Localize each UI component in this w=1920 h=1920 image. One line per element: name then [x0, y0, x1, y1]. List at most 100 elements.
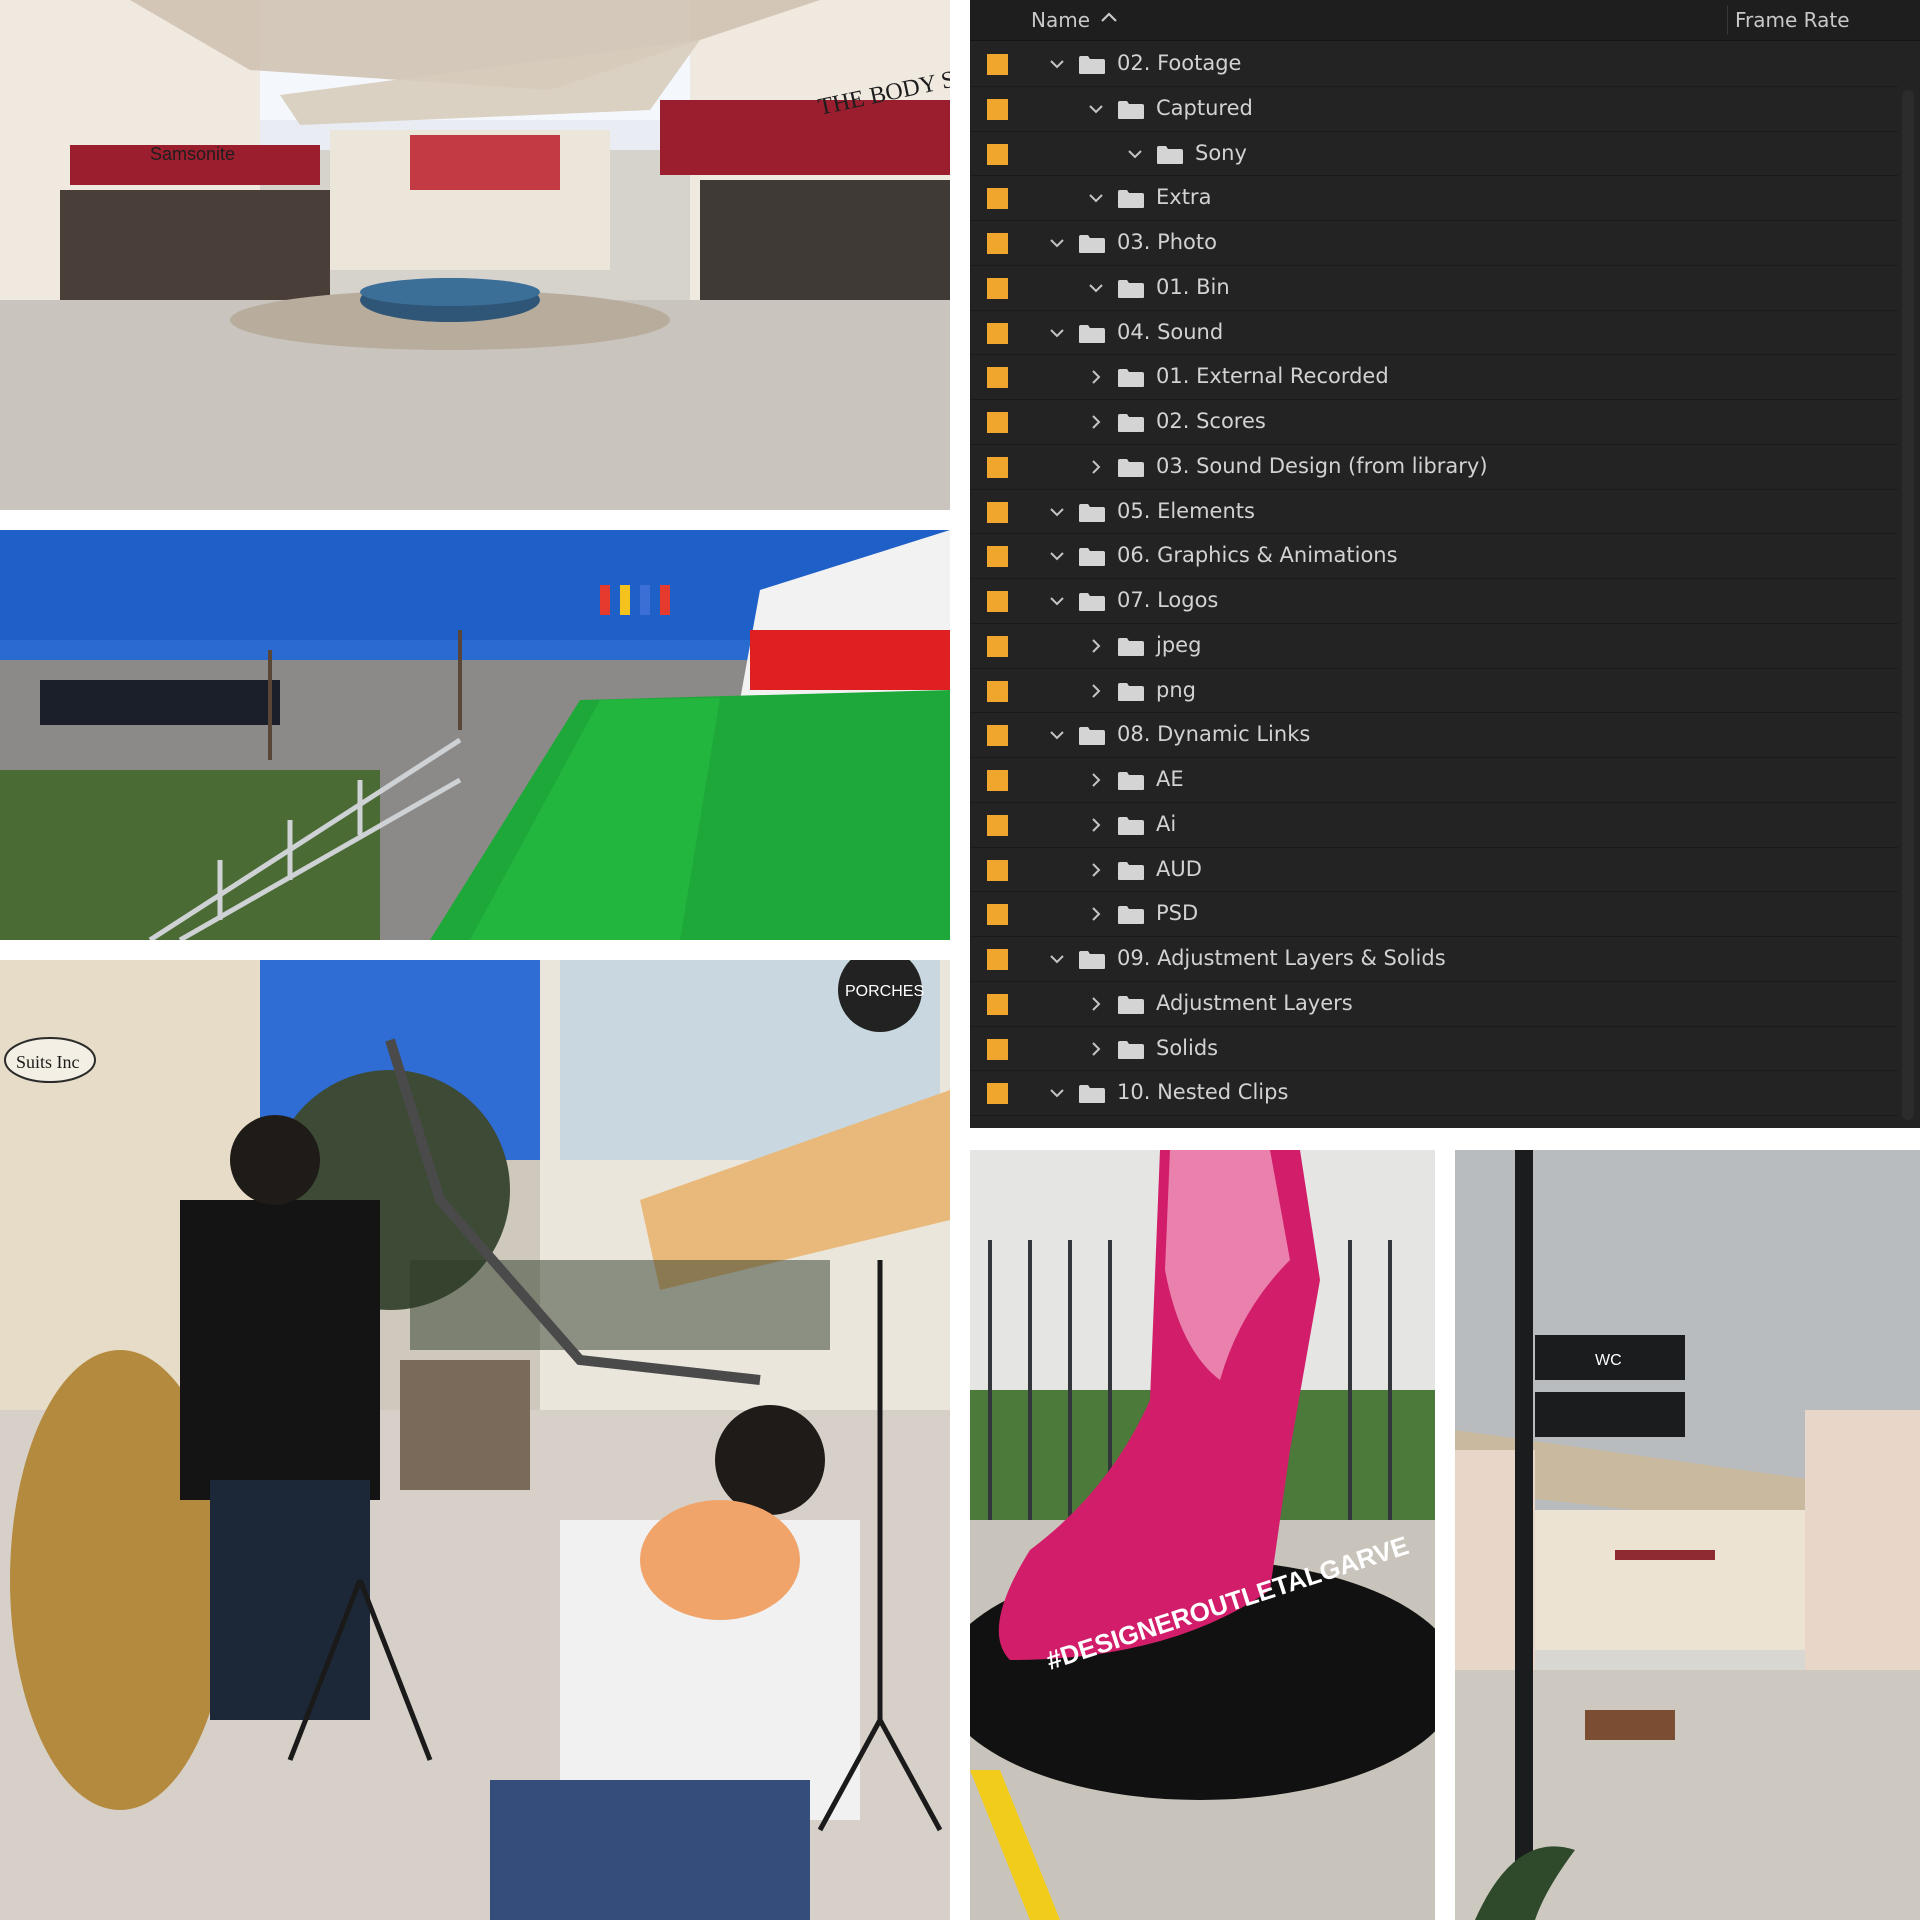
- folder-icon: [1118, 816, 1144, 835]
- bin-row[interactable]: 04. Sound: [970, 311, 1898, 356]
- folder-icon: [1118, 861, 1144, 880]
- bin-row[interactable]: Extra: [970, 176, 1898, 221]
- label-color-swatch[interactable]: [987, 367, 1008, 389]
- bin-label: 01. Bin: [1156, 274, 1230, 299]
- label-color-swatch[interactable]: [987, 98, 1008, 120]
- chevron-right-icon[interactable]: [1086, 860, 1106, 880]
- chevron-down-icon[interactable]: [1047, 54, 1067, 74]
- label-color-swatch[interactable]: [987, 143, 1008, 165]
- label-color-swatch[interactable]: [987, 680, 1008, 702]
- bin-row[interactable]: 10. Nested Clips: [970, 1071, 1898, 1116]
- label-color-swatch[interactable]: [987, 277, 1008, 299]
- bin-row[interactable]: Sony: [970, 132, 1898, 177]
- bin-label: png: [1156, 677, 1196, 702]
- bin-label: 02. Scores: [1156, 409, 1266, 433]
- bin-label: Solids: [1156, 1035, 1219, 1060]
- folder-icon: [1118, 682, 1144, 701]
- folder-icon: [1118, 100, 1144, 119]
- bin-row[interactable]: Ai: [970, 803, 1898, 848]
- chevron-right-icon[interactable]: [1086, 636, 1106, 656]
- bin-label: 01. External Recorded: [1156, 364, 1389, 389]
- chevron-down-icon[interactable]: [1086, 278, 1106, 298]
- label-color-swatch[interactable]: [987, 814, 1008, 836]
- project-panel: Name Frame Rate 02. Footage Captured Sony E…: [970, 0, 1920, 1128]
- label-color-swatch[interactable]: [987, 635, 1008, 657]
- bin-row[interactable]: 07. Logos: [970, 579, 1898, 624]
- sign-porches: PORCHES: [845, 983, 924, 1000]
- chevron-right-icon[interactable]: [1086, 1039, 1106, 1059]
- label-color-swatch[interactable]: [987, 949, 1008, 970]
- bin-row[interactable]: 08. Dynamic Links: [970, 713, 1898, 758]
- bin-row[interactable]: 01. Bin: [970, 266, 1898, 311]
- bin-row[interactable]: Captured: [970, 87, 1898, 132]
- chevron-down-icon[interactable]: [1047, 1083, 1067, 1103]
- bin-row[interactable]: PSD: [970, 892, 1898, 937]
- bin-row[interactable]: 03. Photo: [970, 221, 1898, 266]
- label-color-swatch[interactable]: [987, 1083, 1008, 1105]
- bin-row[interactable]: jpeg: [970, 624, 1898, 669]
- label-color-swatch[interactable]: [987, 501, 1008, 523]
- chevron-down-icon[interactable]: [1047, 949, 1067, 969]
- bin-row[interactable]: AUD: [970, 848, 1898, 893]
- photo-wc-signpost: WC: [1455, 1150, 1920, 1920]
- folder-icon: [1079, 324, 1105, 343]
- chevron-right-icon[interactable]: [1086, 457, 1106, 477]
- bin-row[interactable]: Solids: [970, 1027, 1898, 1072]
- sign-wc: WC: [1595, 1352, 1622, 1369]
- bin-row[interactable]: 02. Scores: [970, 400, 1898, 445]
- bin-label: 03. Photo: [1117, 230, 1217, 254]
- label-color-swatch[interactable]: [987, 993, 1008, 1015]
- label-color-swatch[interactable]: [987, 1038, 1008, 1060]
- label-color-swatch[interactable]: [987, 188, 1008, 210]
- label-color-swatch[interactable]: [987, 591, 1008, 612]
- name-column-header[interactable]: Name: [1031, 8, 1090, 32]
- bin-row[interactable]: AE: [970, 758, 1898, 803]
- chevron-down-icon[interactable]: [1086, 188, 1106, 208]
- chevron-right-icon[interactable]: [1086, 904, 1106, 924]
- bin-row[interactable]: 05. Elements: [970, 490, 1898, 535]
- label-color-swatch[interactable]: [987, 859, 1008, 881]
- label-color-swatch[interactable]: [987, 546, 1008, 568]
- bin-row[interactable]: 01. External Recorded: [970, 355, 1898, 400]
- label-color-swatch[interactable]: [987, 725, 1008, 747]
- chevron-right-icon[interactable]: [1086, 412, 1106, 432]
- chevron-down-icon[interactable]: [1047, 546, 1067, 566]
- folder-icon: [1118, 1040, 1144, 1059]
- bin-row[interactable]: Adjustment Layers: [970, 982, 1898, 1027]
- chevron-down-icon[interactable]: [1047, 502, 1067, 522]
- frame-rate-column-header[interactable]: Frame Rate: [1735, 8, 1850, 32]
- scrollbar[interactable]: [1902, 90, 1914, 1120]
- bin-row[interactable]: png: [970, 669, 1898, 714]
- chevron-down-icon[interactable]: [1047, 233, 1067, 253]
- chevron-down-icon[interactable]: [1125, 144, 1145, 164]
- chevron-right-icon[interactable]: [1086, 770, 1106, 790]
- chevron-right-icon[interactable]: [1086, 367, 1106, 387]
- bin-row[interactable]: 03. Sound Design (from library): [970, 445, 1898, 490]
- folder-icon: [1079, 727, 1105, 746]
- label-color-swatch[interactable]: [987, 770, 1008, 791]
- bin-label: 04. Sound: [1117, 319, 1224, 344]
- folder-icon: [1118, 906, 1144, 925]
- chevron-down-icon[interactable]: [1047, 591, 1067, 611]
- chevron-right-icon[interactable]: [1086, 815, 1106, 835]
- bin-label: AE: [1156, 767, 1184, 791]
- bin-row[interactable]: 09. Adjustment Layers & Solids: [970, 937, 1898, 982]
- label-color-swatch[interactable]: [987, 456, 1008, 478]
- chevron-down-icon[interactable]: [1047, 323, 1067, 343]
- column-divider[interactable]: [1727, 6, 1728, 34]
- label-color-swatch[interactable]: [987, 54, 1008, 75]
- chevron-down-icon[interactable]: [1086, 99, 1106, 119]
- label-color-swatch[interactable]: [987, 904, 1008, 926]
- chevron-down-icon[interactable]: [1047, 725, 1067, 745]
- sort-ascending-icon[interactable]: [1100, 11, 1118, 23]
- bin-row[interactable]: 02. Footage: [970, 42, 1898, 87]
- folder-icon: [1157, 145, 1183, 164]
- folder-icon: [1079, 951, 1105, 969]
- bin-row[interactable]: 06. Graphics & Animations: [970, 534, 1898, 579]
- chevron-right-icon[interactable]: [1086, 681, 1106, 701]
- label-color-swatch[interactable]: [987, 233, 1008, 254]
- label-color-swatch[interactable]: [987, 412, 1008, 433]
- chevron-right-icon[interactable]: [1086, 994, 1106, 1014]
- folder-icon: [1118, 279, 1144, 298]
- label-color-swatch[interactable]: [987, 322, 1008, 344]
